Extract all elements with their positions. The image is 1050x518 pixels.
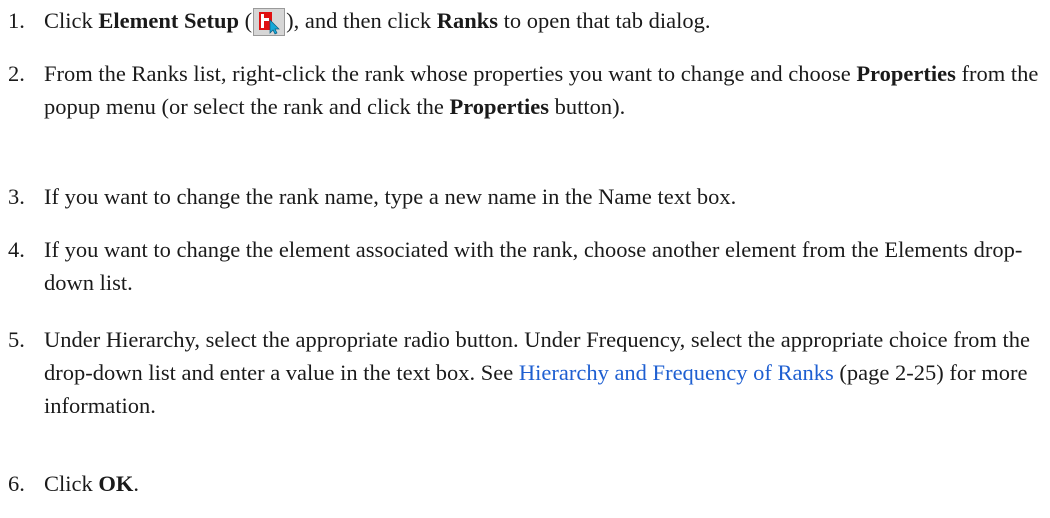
- ui-term-properties-button: Properties: [449, 94, 550, 119]
- step-text: Under Hierarchy, select the appropriate …: [44, 327, 1031, 418]
- step-text: If you want to change the element associ…: [44, 237, 1023, 295]
- step-text: Click Element Setup ( ), and then click …: [44, 4, 1046, 37]
- step-number: 3.: [8, 184, 25, 209]
- ui-term-ranks: Ranks: [436, 8, 498, 33]
- step-text: From the Ranks list, right-click the ran…: [44, 61, 1039, 119]
- hierarchy-frequency-link[interactable]: Hierarchy and Frequency of Ranks: [519, 360, 834, 385]
- procedure-steps: 1. Click Element Setup ( ), and then cli…: [0, 0, 1050, 518]
- step-text: Click OK.: [44, 471, 140, 496]
- step-number: 1.: [8, 8, 25, 33]
- element-setup-icon: [253, 8, 286, 36]
- step-number: 5.: [8, 327, 25, 352]
- step-number: 6.: [8, 471, 25, 496]
- step-number: 2.: [8, 61, 25, 86]
- step-number: 4.: [8, 237, 25, 262]
- ui-term-properties: Properties: [856, 61, 956, 86]
- ui-term-element-setup: Element Setup: [98, 8, 239, 33]
- ui-term-ok: OK: [98, 471, 134, 496]
- step-text: If you want to change the rank name, typ…: [44, 184, 737, 209]
